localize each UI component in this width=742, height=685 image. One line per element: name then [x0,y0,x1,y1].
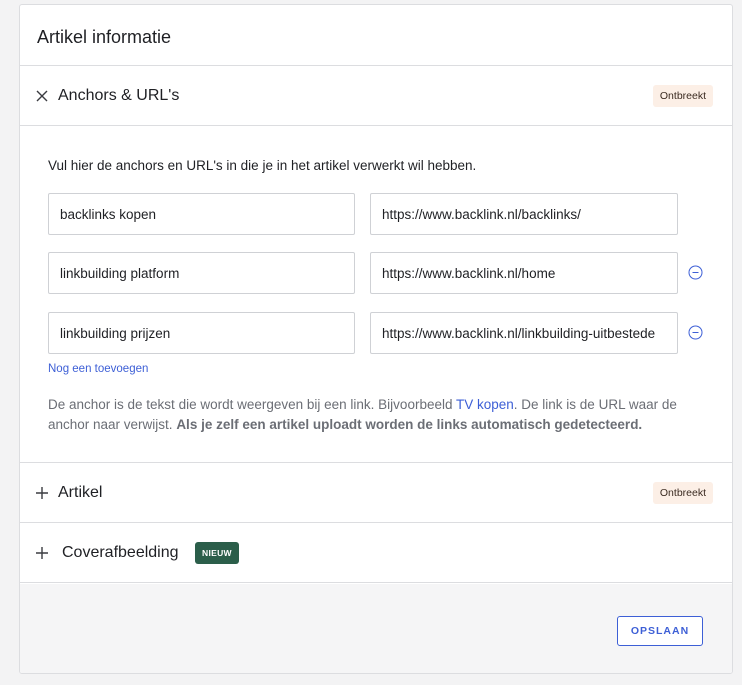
card-title: Artikel informatie [20,5,732,66]
anchor-row [48,312,708,354]
plus-icon[interactable] [35,546,49,560]
anchor-input[interactable] [48,193,355,235]
help-text-part: De anchor is de tekst die wordt weergeve… [48,397,456,412]
anchors-help-text: De anchor is de tekst die wordt weergeve… [48,395,698,435]
anchor-input[interactable] [48,312,355,354]
plus-icon[interactable] [35,486,49,500]
help-text-bold: Als je zelf een artikel uploadt worden d… [176,417,643,432]
url-input[interactable] [370,252,678,294]
section-header-artikel[interactable]: Artikel Ontbreekt [20,463,732,523]
example-link[interactable]: TV kopen [456,397,514,412]
card-footer: OPSLAAN [20,584,732,673]
status-badge-artikel: Ontbreekt [652,481,713,504]
section-label-artikel: Artikel [58,483,103,501]
anchor-row [48,252,708,294]
anchors-intro-text: Vul hier de anchors en URL's in die je i… [48,158,477,173]
url-input[interactable] [370,193,678,235]
url-input[interactable] [370,312,678,354]
remove-row-icon[interactable] [688,265,703,280]
add-anchor-link[interactable]: Nog een toevoegen [48,363,148,375]
section-header-anchors[interactable]: Anchors & URL's Ontbreekt [20,66,732,126]
section-label-anchors: Anchors & URL's [58,86,180,104]
article-info-card: Artikel informatie Anchors & URL's Ontbr… [19,4,733,674]
section-header-cover[interactable]: Coverafbeelding NIEUW [20,523,732,583]
anchors-panel: Vul hier de anchors en URL's in die je i… [20,126,732,463]
status-badge-anchors: Ontbreekt [652,84,713,107]
new-badge: NIEUW [195,541,239,564]
anchor-row [48,193,708,235]
section-label-cover: Coverafbeelding [62,543,179,561]
save-button[interactable]: OPSLAAN [617,616,703,646]
anchor-input[interactable] [48,252,355,294]
remove-row-icon[interactable] [688,325,703,340]
close-icon[interactable] [35,89,49,103]
